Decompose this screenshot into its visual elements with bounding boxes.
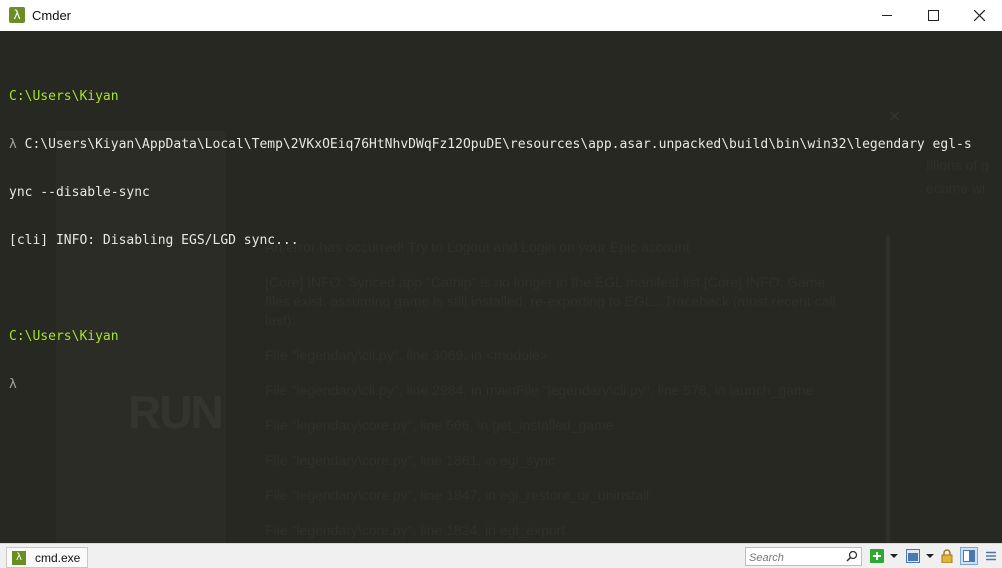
minimize-button[interactable]: [864, 0, 910, 31]
ghost-error-line: File "legendary\core.py", line 1861, in …: [265, 452, 556, 468]
layout-button[interactable]: [960, 547, 978, 565]
output-line: [cli] INFO: Disabling EGS/LGD sync...: [9, 233, 299, 248]
menu-icon: [986, 551, 996, 561]
lock-icon: [941, 549, 953, 563]
search-icon[interactable]: [845, 549, 859, 563]
maximize-button[interactable]: [910, 0, 956, 31]
search-box[interactable]: [745, 547, 862, 567]
add-tab-button[interactable]: [869, 548, 885, 564]
console-button[interactable]: [905, 548, 921, 564]
status-bar: λ cmd.exe: [0, 543, 1002, 568]
dropdown-icon[interactable]: [890, 554, 898, 558]
minimize-icon: [882, 15, 892, 16]
title-bar[interactable]: λ Cmder: [0, 0, 1002, 32]
close-icon: [973, 10, 985, 21]
maximize-icon: [927, 10, 939, 21]
prompt-lambda: λ: [9, 137, 17, 152]
lambda-icon: λ: [12, 550, 26, 565]
ghost-error-line: File "legendary\core.py", line 1847, in …: [265, 487, 650, 503]
tab-cmd-exe[interactable]: λ cmd.exe: [6, 547, 88, 568]
prompt-path: C:\Users\Kiyan: [9, 89, 119, 104]
window-title: Cmder: [32, 8, 72, 23]
lambda-icon: λ: [9, 7, 25, 23]
prompt-lambda: λ: [9, 377, 17, 392]
console-icon: [906, 549, 920, 563]
search-input[interactable]: [746, 549, 847, 567]
prompt-path: C:\Users\Kiyan: [9, 329, 119, 344]
menu-button[interactable]: [983, 548, 999, 564]
command-text-wrap: ync --disable-sync: [9, 185, 150, 200]
lock-button[interactable]: [939, 548, 955, 564]
console-output: C:\Users\Kiyan λ C:\Users\Kiyan\AppData\…: [9, 57, 972, 425]
close-button[interactable]: [956, 0, 1002, 31]
command-text: C:\Users\Kiyan\AppData\Local\Temp\2VKxOE…: [24, 137, 972, 152]
console-area[interactable]: RUN ✕ Illions of g ecome wi An error has…: [0, 31, 1002, 543]
add-tab-icon: [870, 549, 884, 563]
tab-label: cmd.exe: [35, 550, 81, 565]
cmder-window: λ Cmder RUN ✕ Illions of g ecome wi An e…: [0, 0, 1002, 568]
ghost-error-line: File "legendary\core.py", line 1824, in …: [265, 522, 566, 538]
layout-icon: [963, 550, 975, 562]
dropdown-icon[interactable]: [926, 554, 934, 558]
